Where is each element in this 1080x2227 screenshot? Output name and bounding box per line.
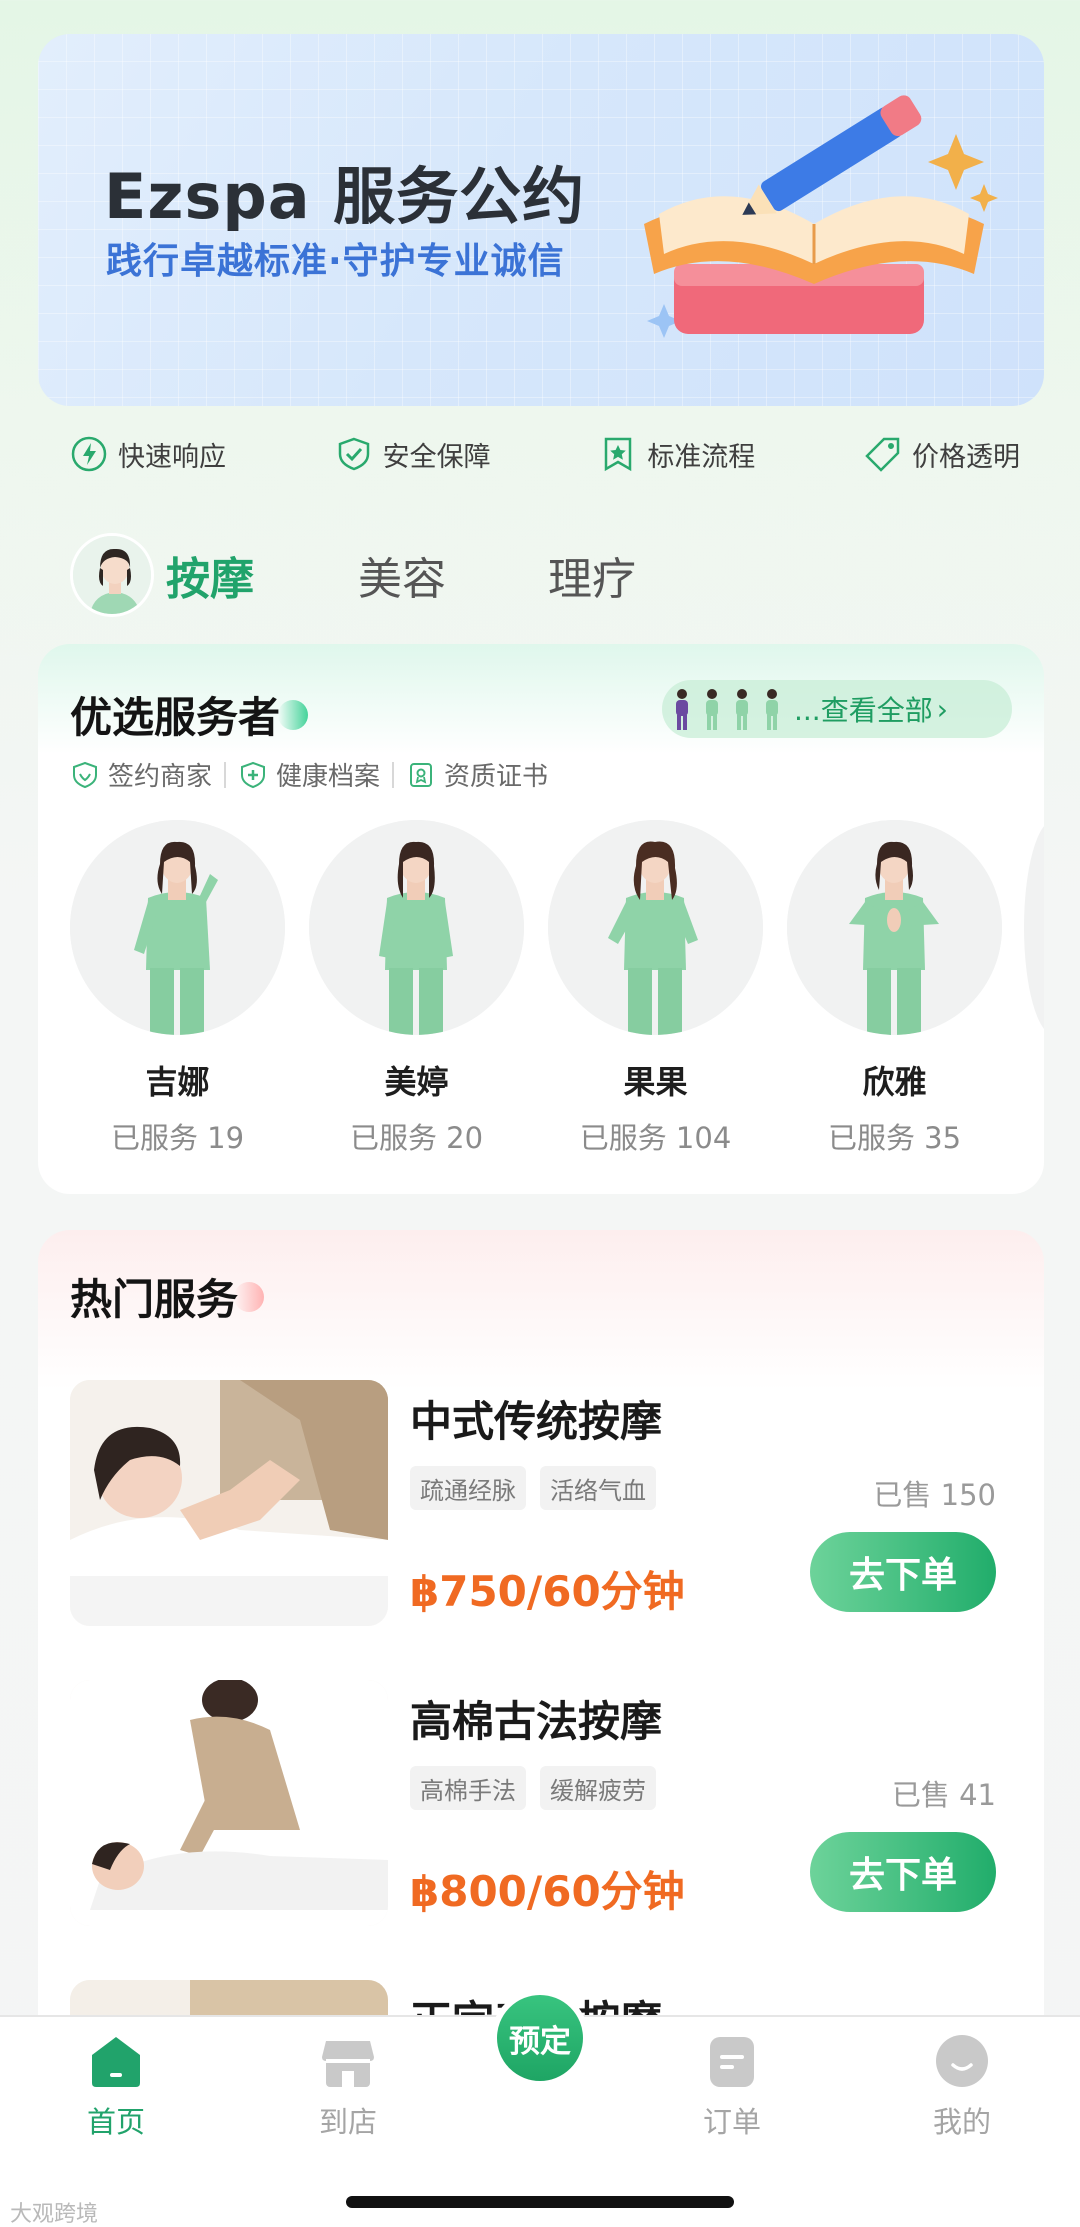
- service-tag: 高棉手法: [410, 1766, 526, 1810]
- lightning-icon: [71, 436, 107, 472]
- badge-label: 健康档案: [276, 762, 381, 792]
- massage-category-avatar: [70, 533, 154, 617]
- staff-name: 欣雅: [862, 1063, 927, 1101]
- service-name: 高棉古法按摩: [410, 1697, 663, 1746]
- staff-card-peek: [1024, 820, 1044, 1035]
- staff-served-count: 已服务 35: [827, 1121, 962, 1155]
- shield-check-icon: [338, 437, 369, 471]
- service-pledge-banner[interactable]: Ezspa 服务公约 践行卓越标准·守护专业诚信: [38, 34, 1044, 406]
- staff-card[interactable]: 吉娜 已服务 19: [70, 820, 285, 1157]
- feature-label: 快速响应: [118, 441, 226, 473]
- staff-list: 吉娜 已服务 19 美婷 已服务 20 果果 已服务 104 欣雅 已服务 35: [70, 820, 1002, 1157]
- service-image: [70, 1680, 388, 1926]
- preferred-staff-section: 优选服务者 ...查看全部 › 签约商家 健康档案 资质证书 吉娜 已服务 19…: [38, 644, 1044, 1194]
- feature-standard-process: 标准流程: [599, 435, 755, 474]
- service-name: 中式传统按摩: [410, 1397, 663, 1446]
- see-all-staff-button[interactable]: ...查看全部 ›: [662, 680, 1012, 738]
- feature-label: 标准流程: [647, 441, 756, 473]
- order-button[interactable]: 去下单: [810, 1832, 996, 1912]
- service-image: [70, 1380, 388, 1626]
- service-tag: 活络气血: [540, 1466, 656, 1510]
- nav-label: 我的: [932, 2105, 991, 2139]
- service-price: ฿800/60分钟: [410, 1867, 685, 1916]
- health-plus-icon: [241, 761, 266, 788]
- staff-name: 果果: [623, 1063, 688, 1101]
- store-icon: [322, 2041, 374, 2087]
- feature-price-transparent: 价格透明: [864, 435, 1020, 474]
- staff-served-count: 已服务 104: [579, 1121, 732, 1155]
- service-tag: 疏通经脉: [410, 1466, 526, 1510]
- home-icon: [92, 2037, 140, 2087]
- watermark: 大观跨境: [10, 2202, 99, 2227]
- section-title: 优选服务者: [70, 693, 281, 742]
- service-price: ฿750/60分钟: [410, 1567, 685, 1616]
- open-book-pencil-illustration: [644, 95, 998, 338]
- nav-orders[interactable]: 订单: [662, 2031, 802, 2141]
- feature-label: 价格透明: [911, 441, 1020, 473]
- feature-label: 安全保障: [382, 441, 491, 473]
- trust-badges: 签约商家 健康档案 资质证书: [70, 756, 548, 793]
- badge-contract-merchant: 签约商家: [70, 756, 212, 793]
- staff-card[interactable]: 果果 已服务 104: [548, 820, 763, 1157]
- staff-name: 吉娜: [145, 1063, 210, 1101]
- hot-services-section: 热门服务 中式传统按摩 疏通经脉 活络气血 已售 150 ฿750/60分钟 去…: [38, 1230, 1044, 2030]
- nav-store[interactable]: 到店: [278, 2031, 418, 2141]
- staff-served-count: 已服务 20: [349, 1121, 484, 1155]
- sold-count: 已售 41: [891, 1778, 996, 1812]
- staff-photo: [309, 820, 524, 1035]
- order-list-icon: [710, 2037, 754, 2087]
- divider: [392, 761, 395, 788]
- certificate-icon: [410, 762, 433, 787]
- service-item[interactable]: 高棉古法按摩 高棉手法 缓解疲劳 已售 41 ฿800/60分钟 去下单: [70, 1680, 1020, 1930]
- badge-health-record: 健康档案: [238, 756, 380, 793]
- badge-qualification: 资质证书: [406, 756, 548, 793]
- book-now-button[interactable]: 预定: [491, 1989, 589, 2087]
- feature-safety: 安全保障: [335, 435, 491, 474]
- staff-photo: [548, 820, 763, 1035]
- banner-subtitle: 践行卓越标准·守护专业诚信: [106, 241, 565, 282]
- service-tags: 疏通经脉 活络气血: [410, 1466, 656, 1510]
- divider: [224, 761, 227, 788]
- bookmark-star-icon: [605, 437, 632, 472]
- nav-label: 首页: [86, 2105, 145, 2139]
- nav-label: 订单: [702, 2105, 761, 2139]
- see-all-label: ...查看全部: [794, 694, 933, 727]
- staff-name: 美婷: [384, 1063, 449, 1101]
- nav-profile[interactable]: 我的: [892, 2031, 1032, 2141]
- heart-shield-icon: [73, 761, 97, 788]
- profile-face-icon: [936, 2035, 988, 2087]
- staff-photo: [787, 820, 1002, 1035]
- staff-photo: [70, 820, 285, 1035]
- tab-massage[interactable]: 按摩: [166, 543, 254, 607]
- feature-fast-response: 快速响应: [70, 435, 226, 474]
- badge-label: 资质证书: [444, 762, 549, 792]
- service-tag: 缓解疲劳: [540, 1766, 656, 1810]
- staff-mini-avatar: [706, 689, 718, 730]
- staff-mini-avatar: [736, 689, 748, 730]
- title-accent-dot: [234, 1282, 264, 1312]
- nav-label: 到店: [318, 2105, 377, 2139]
- sold-count: 已售 150: [873, 1478, 996, 1512]
- staff-served-count: 已服务 19: [110, 1121, 245, 1155]
- tab-beauty[interactable]: 美容: [358, 543, 446, 607]
- section-title: 热门服务: [70, 1275, 239, 1324]
- badge-label: 签约商家: [108, 762, 213, 792]
- service-tags: 高棉手法 缓解疲劳: [410, 1766, 656, 1810]
- banner-title: Ezspa 服务公约: [104, 160, 586, 233]
- order-button[interactable]: 去下单: [810, 1532, 996, 1612]
- feature-highlights: 快速响应 安全保障 标准流程 价格透明: [70, 432, 1020, 476]
- nav-home[interactable]: 首页: [46, 2031, 186, 2141]
- price-tag-icon: [865, 437, 900, 472]
- tab-therapy[interactable]: 理疗: [548, 543, 636, 607]
- staff-avatar-strip: [670, 687, 784, 731]
- title-accent-dot: [278, 700, 308, 730]
- staff-mini-avatar: [676, 689, 688, 730]
- staff-card[interactable]: 美婷 已服务 20: [309, 820, 524, 1157]
- staff-mini-avatar: [766, 689, 778, 730]
- service-item[interactable]: 中式传统按摩 疏通经脉 活络气血 已售 150 ฿750/60分钟 去下单: [70, 1380, 1020, 1630]
- category-tabs: 按摩 美容 理疗: [70, 530, 738, 620]
- home-indicator[interactable]: [346, 2196, 734, 2208]
- chevron-right-icon: ›: [936, 692, 948, 726]
- staff-card[interactable]: 欣雅 已服务 35: [787, 820, 1002, 1157]
